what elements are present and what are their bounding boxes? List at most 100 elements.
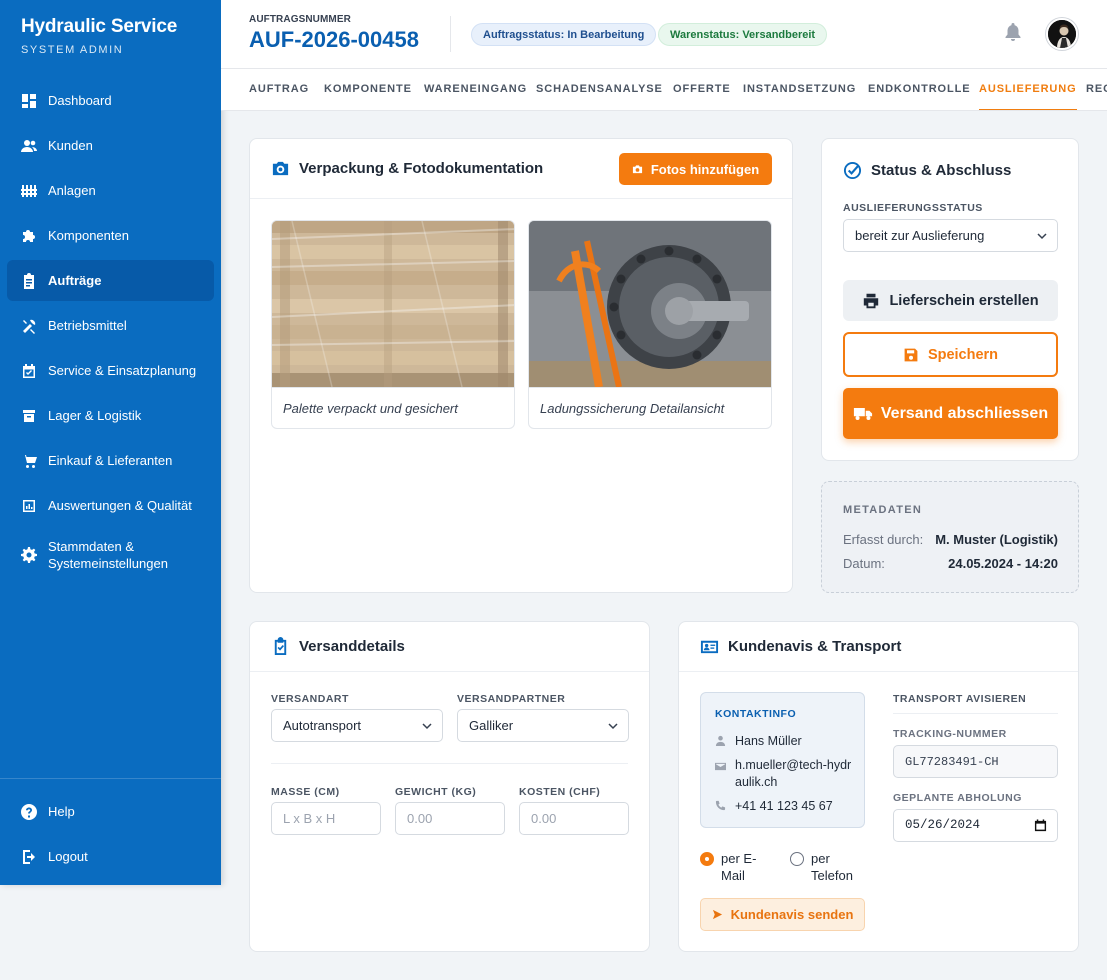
date-value: 24.05.2024 - 14:20 bbox=[948, 556, 1058, 571]
metadata-title: METADATEN bbox=[843, 504, 923, 516]
top-header: AUFTRAGSNUMMER AUF-2026-00458 Auftragsst… bbox=[221, 0, 1107, 69]
order-status-badge: Auftragsstatus: In Bearbeitung bbox=[471, 23, 657, 46]
send-notice-label: Kundenavis senden bbox=[730, 907, 854, 922]
packaging-card: Verpackung & Fotodokumentation Fotos hin… bbox=[249, 138, 793, 593]
metadata-panel: METADATEN Erfasst durch: M. Muster (Logi… bbox=[821, 481, 1079, 593]
sidebar-item-betriebsmittel[interactable]: Betriebsmittel bbox=[7, 305, 214, 346]
tab-offerte[interactable]: Offerte bbox=[673, 69, 731, 110]
bell-icon[interactable] bbox=[1004, 22, 1022, 42]
tracking-number-label: TRACKING-NUMMER bbox=[893, 728, 1007, 740]
contact-email[interactable]: h.mueller@tech-hydraulik.ch bbox=[735, 757, 856, 791]
sidebar-item-auftraege[interactable]: Aufträge bbox=[7, 260, 214, 301]
radio-indicator-off bbox=[790, 852, 804, 866]
warehouse-icon bbox=[21, 408, 37, 424]
customer-notice-title: Kundenavis & Transport bbox=[728, 638, 902, 655]
tab-komponente[interactable]: Komponente bbox=[324, 69, 412, 110]
create-delivery-note-label: Lieferschein erstellen bbox=[889, 292, 1039, 309]
status-card: Status & Abschluss AUSLIEFERUNGSSTATUS b… bbox=[821, 138, 1079, 461]
header-divider bbox=[450, 16, 451, 52]
sidebar: Hydraulic Service SYSTEM ADMIN Dashboard… bbox=[0, 0, 221, 885]
customer-notice-header: Kundenavis & Transport bbox=[679, 622, 1078, 672]
notify-by-phone-label: per Telefon bbox=[811, 851, 853, 883]
delivery-status-select[interactable]: bereit zur Auslieferung bbox=[843, 219, 1058, 252]
sidebar-item-label: Logout bbox=[48, 849, 88, 864]
sidebar-item-einkauf[interactable]: Einkauf & Lieferanten bbox=[7, 440, 214, 481]
weight-input[interactable] bbox=[395, 802, 505, 835]
tab-rechnung[interactable]: Rechnung bbox=[1086, 69, 1107, 110]
shipping-card-header: Versanddetails bbox=[250, 622, 649, 672]
sidebar-item-lager[interactable]: Lager & Logistik bbox=[7, 395, 214, 436]
dashboard-icon bbox=[21, 93, 37, 109]
printer-icon bbox=[864, 293, 879, 308]
delivery-status-value: bereit zur Auslieferung bbox=[855, 228, 985, 243]
contact-name: Hans Müller bbox=[735, 734, 802, 748]
add-photos-button[interactable]: Fotos hinzufügen bbox=[619, 153, 772, 185]
notify-by-email-label: per E-Mail bbox=[721, 851, 757, 883]
metadata-date: Datum: 24.05.2024 - 14:20 bbox=[843, 556, 1058, 571]
sidebar-nav: Dashboard Kunden Anlagen Komponenten Auf… bbox=[0, 80, 221, 580]
shipping-method-select[interactable]: Autotransport bbox=[271, 709, 443, 742]
sidebar-item-help[interactable]: Help bbox=[7, 791, 214, 832]
send-notice-button[interactable]: Kundenavis senden bbox=[700, 898, 865, 931]
planned-pickup-date-input[interactable]: 05/26/2024 bbox=[893, 809, 1058, 842]
order-number: AUF-2026-00458 bbox=[249, 27, 419, 52]
camera-icon bbox=[632, 164, 642, 173]
sidebar-item-service[interactable]: Service & Einsatzplanung bbox=[7, 350, 214, 391]
tab-wareneingang[interactable]: Wareneingang bbox=[424, 69, 527, 110]
radio-indicator-on bbox=[700, 852, 714, 866]
tab-auslieferung[interactable]: Auslieferung bbox=[979, 69, 1077, 110]
notify-by-phone-radio[interactable]: per Telefon bbox=[790, 850, 859, 884]
delivery-status-label: AUSLIEFERUNGSSTATUS bbox=[843, 202, 983, 214]
clipboard-check-icon bbox=[271, 637, 290, 656]
sidebar-item-label: Komponenten bbox=[48, 228, 129, 243]
shipping-divider bbox=[271, 763, 628, 764]
tab-instandsetzung[interactable]: Instandsetzung bbox=[743, 69, 856, 110]
sidebar-item-logout[interactable]: Logout bbox=[7, 836, 214, 877]
tracking-number-field[interactable] bbox=[893, 745, 1058, 778]
create-delivery-note-button[interactable]: Lieferschein erstellen bbox=[843, 280, 1058, 321]
save-button[interactable]: Speichern bbox=[843, 332, 1058, 377]
captured-by-value: M. Muster (Logistik) bbox=[935, 532, 1058, 547]
sidebar-item-label: Kunden bbox=[48, 138, 93, 153]
cost-input[interactable] bbox=[519, 802, 629, 835]
tab-schadensanalyse[interactable]: Schadensanalyse bbox=[536, 69, 663, 110]
planned-pickup-label: GEPLANTE ABHOLUNG bbox=[893, 792, 1022, 804]
sidebar-item-komponenten[interactable]: Komponenten bbox=[7, 215, 214, 256]
finish-shipping-button[interactable]: Versand abschliessen bbox=[843, 388, 1058, 439]
date-label: Datum: bbox=[843, 556, 885, 571]
chart-icon bbox=[21, 498, 37, 514]
shipping-card: Versanddetails VERSANDART Autotransport … bbox=[249, 621, 650, 952]
photo-load-securing[interactable]: Ladungssicherung Detailansicht bbox=[528, 220, 772, 429]
chevron-down-icon bbox=[422, 723, 432, 730]
tab-endkontrolle[interactable]: Endkontrolle bbox=[868, 69, 970, 110]
process-tabs: Auftrag Komponente Wareneingang Schadens… bbox=[221, 69, 1107, 111]
dimensions-input[interactable] bbox=[271, 802, 381, 835]
shipping-partner-select[interactable]: Galliker bbox=[457, 709, 629, 742]
avatar[interactable] bbox=[1046, 18, 1078, 50]
goods-status-badge: Warenstatus: Versandbereit bbox=[658, 23, 828, 46]
transport-notice-title: TRANSPORT AVISIEREN bbox=[893, 693, 1027, 705]
photo-pallet[interactable]: Palette verpackt und gesichert bbox=[271, 220, 515, 429]
shipping-card-title: Versanddetails bbox=[299, 638, 405, 655]
sidebar-item-label: Einkauf & Lieferanten bbox=[48, 453, 173, 468]
transport-divider bbox=[893, 713, 1058, 714]
sidebar-item-auswertungen[interactable]: Auswertungen & Qualität bbox=[7, 485, 214, 526]
weight-label: GEWICHT (KG) bbox=[395, 786, 477, 798]
sidebar-item-anlagen[interactable]: Anlagen bbox=[7, 170, 214, 211]
truck-icon bbox=[853, 408, 872, 421]
clipboard-icon bbox=[21, 272, 37, 289]
sidebar-item-label: Dashboard bbox=[48, 93, 112, 108]
sidebar-item-dashboard[interactable]: Dashboard bbox=[7, 80, 214, 121]
sidebar-item-kunden[interactable]: Kunden bbox=[7, 125, 214, 166]
sidebar-item-stammdaten[interactable]: Stammdaten & Systemeinstellungen bbox=[7, 530, 214, 580]
logout-icon bbox=[21, 849, 37, 865]
contact-name-row: Hans Müller bbox=[715, 733, 856, 750]
notify-by-email-radio[interactable]: per E-Mail bbox=[700, 850, 769, 884]
cart-icon bbox=[21, 453, 37, 469]
calendar-icon[interactable] bbox=[1034, 819, 1047, 832]
photo-load-securing-image bbox=[529, 221, 771, 387]
finish-shipping-label: Versand abschliessen bbox=[880, 404, 1049, 422]
sidebar-item-label: Help bbox=[48, 804, 75, 819]
tab-auftrag[interactable]: Auftrag bbox=[249, 69, 309, 110]
person-icon bbox=[715, 733, 727, 750]
